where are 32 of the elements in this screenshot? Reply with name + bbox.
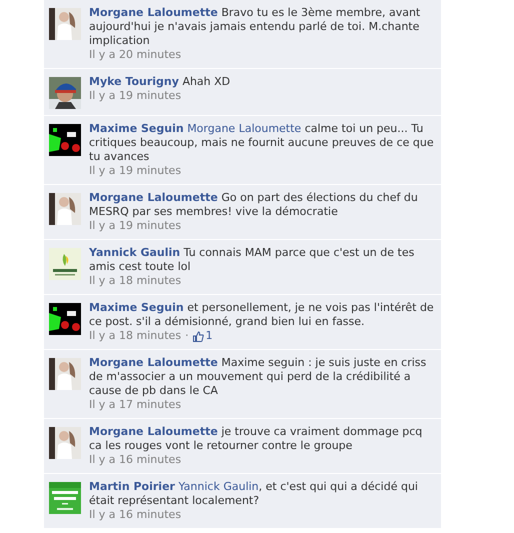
comment-text: Morgane Laloumette Go on part des élections du chef du MESRQ par ses membres! vive la démocratie [89, 191, 419, 219]
like-count[interactable]: 1 [206, 329, 213, 343]
author-link[interactable]: Morgane Laloumette [89, 425, 218, 438]
mention-link[interactable]: Morgane Laloumette [187, 122, 302, 135]
comment-text: Martin Poirier Yannick Gaulin, et c'est qui qui a décidé qui était représentant localement? [89, 480, 419, 508]
timestamp[interactable]: Il y a 20 minutes [89, 48, 182, 62]
author-link[interactable]: Morgane Laloumette [89, 6, 218, 19]
separator-dot: · [185, 329, 189, 343]
comment-text: Myke Tourigny Ahah XD [89, 75, 232, 89]
author-link[interactable]: Myke Tourigny [89, 75, 179, 88]
comment-text: Morgane Laloumette je trouve ca vraiment dommage pcq ca les rouges vont le retourner contre le groupe [89, 425, 424, 453]
timestamp[interactable]: Il y a 16 minutes [89, 508, 182, 522]
timestamp[interactable]: Il y a 17 minutes [89, 398, 182, 412]
comment-text: Morgane Laloumette Maxime seguin : je suis juste en criss de m'associer a un mouvement qui perd de la crédibilité a cause de pb dans le CA [89, 356, 428, 398]
timestamp[interactable]: Il y a 19 minutes [89, 164, 182, 178]
author-link[interactable]: Yannick Gaulin [89, 246, 180, 259]
comment-text: Yannick Gaulin Tu connais MAM parce que c'est un de tes amis cest toute lol [89, 246, 416, 274]
timestamp[interactable]: Il y a 18 minutes [89, 274, 182, 288]
comment-text: Maxime Seguin Morgane Laloumette calme toi un peu... Tu critiques beaucoup, mais ne fournit aucune preuves de ce que tu avances [89, 122, 435, 164]
author-link[interactable]: Martin Poirier [89, 480, 175, 493]
timestamp[interactable]: Il y a 19 minutes [89, 89, 182, 103]
timestamp[interactable]: Il y a 18 minutes [89, 329, 182, 343]
author-link[interactable]: Morgane Laloumette [89, 191, 218, 204]
comment-text: Morgane Laloumette Bravo tu es le 3ème membre, avant aujourd'hui je n'avais jamais entendu parlé de toi. M.chante implication [89, 6, 422, 48]
author-link[interactable]: Morgane Laloumette [89, 356, 218, 369]
author-link[interactable]: Maxime Seguin [89, 122, 184, 135]
author-link[interactable]: Maxime Seguin [89, 301, 184, 314]
thumbs-up-icon[interactable] [192, 330, 204, 342]
comment-text: Maxime Seguin et personellement, je ne vois pas l'intérêt de ce post. s'il a démisionné, grand bien lui en fasse. [89, 301, 435, 329]
timestamp[interactable]: Il y a 19 minutes [89, 219, 182, 233]
timestamp[interactable]: Il y a 16 minutes [89, 453, 182, 467]
mention-link[interactable]: Yannick Gaulin [178, 480, 259, 493]
